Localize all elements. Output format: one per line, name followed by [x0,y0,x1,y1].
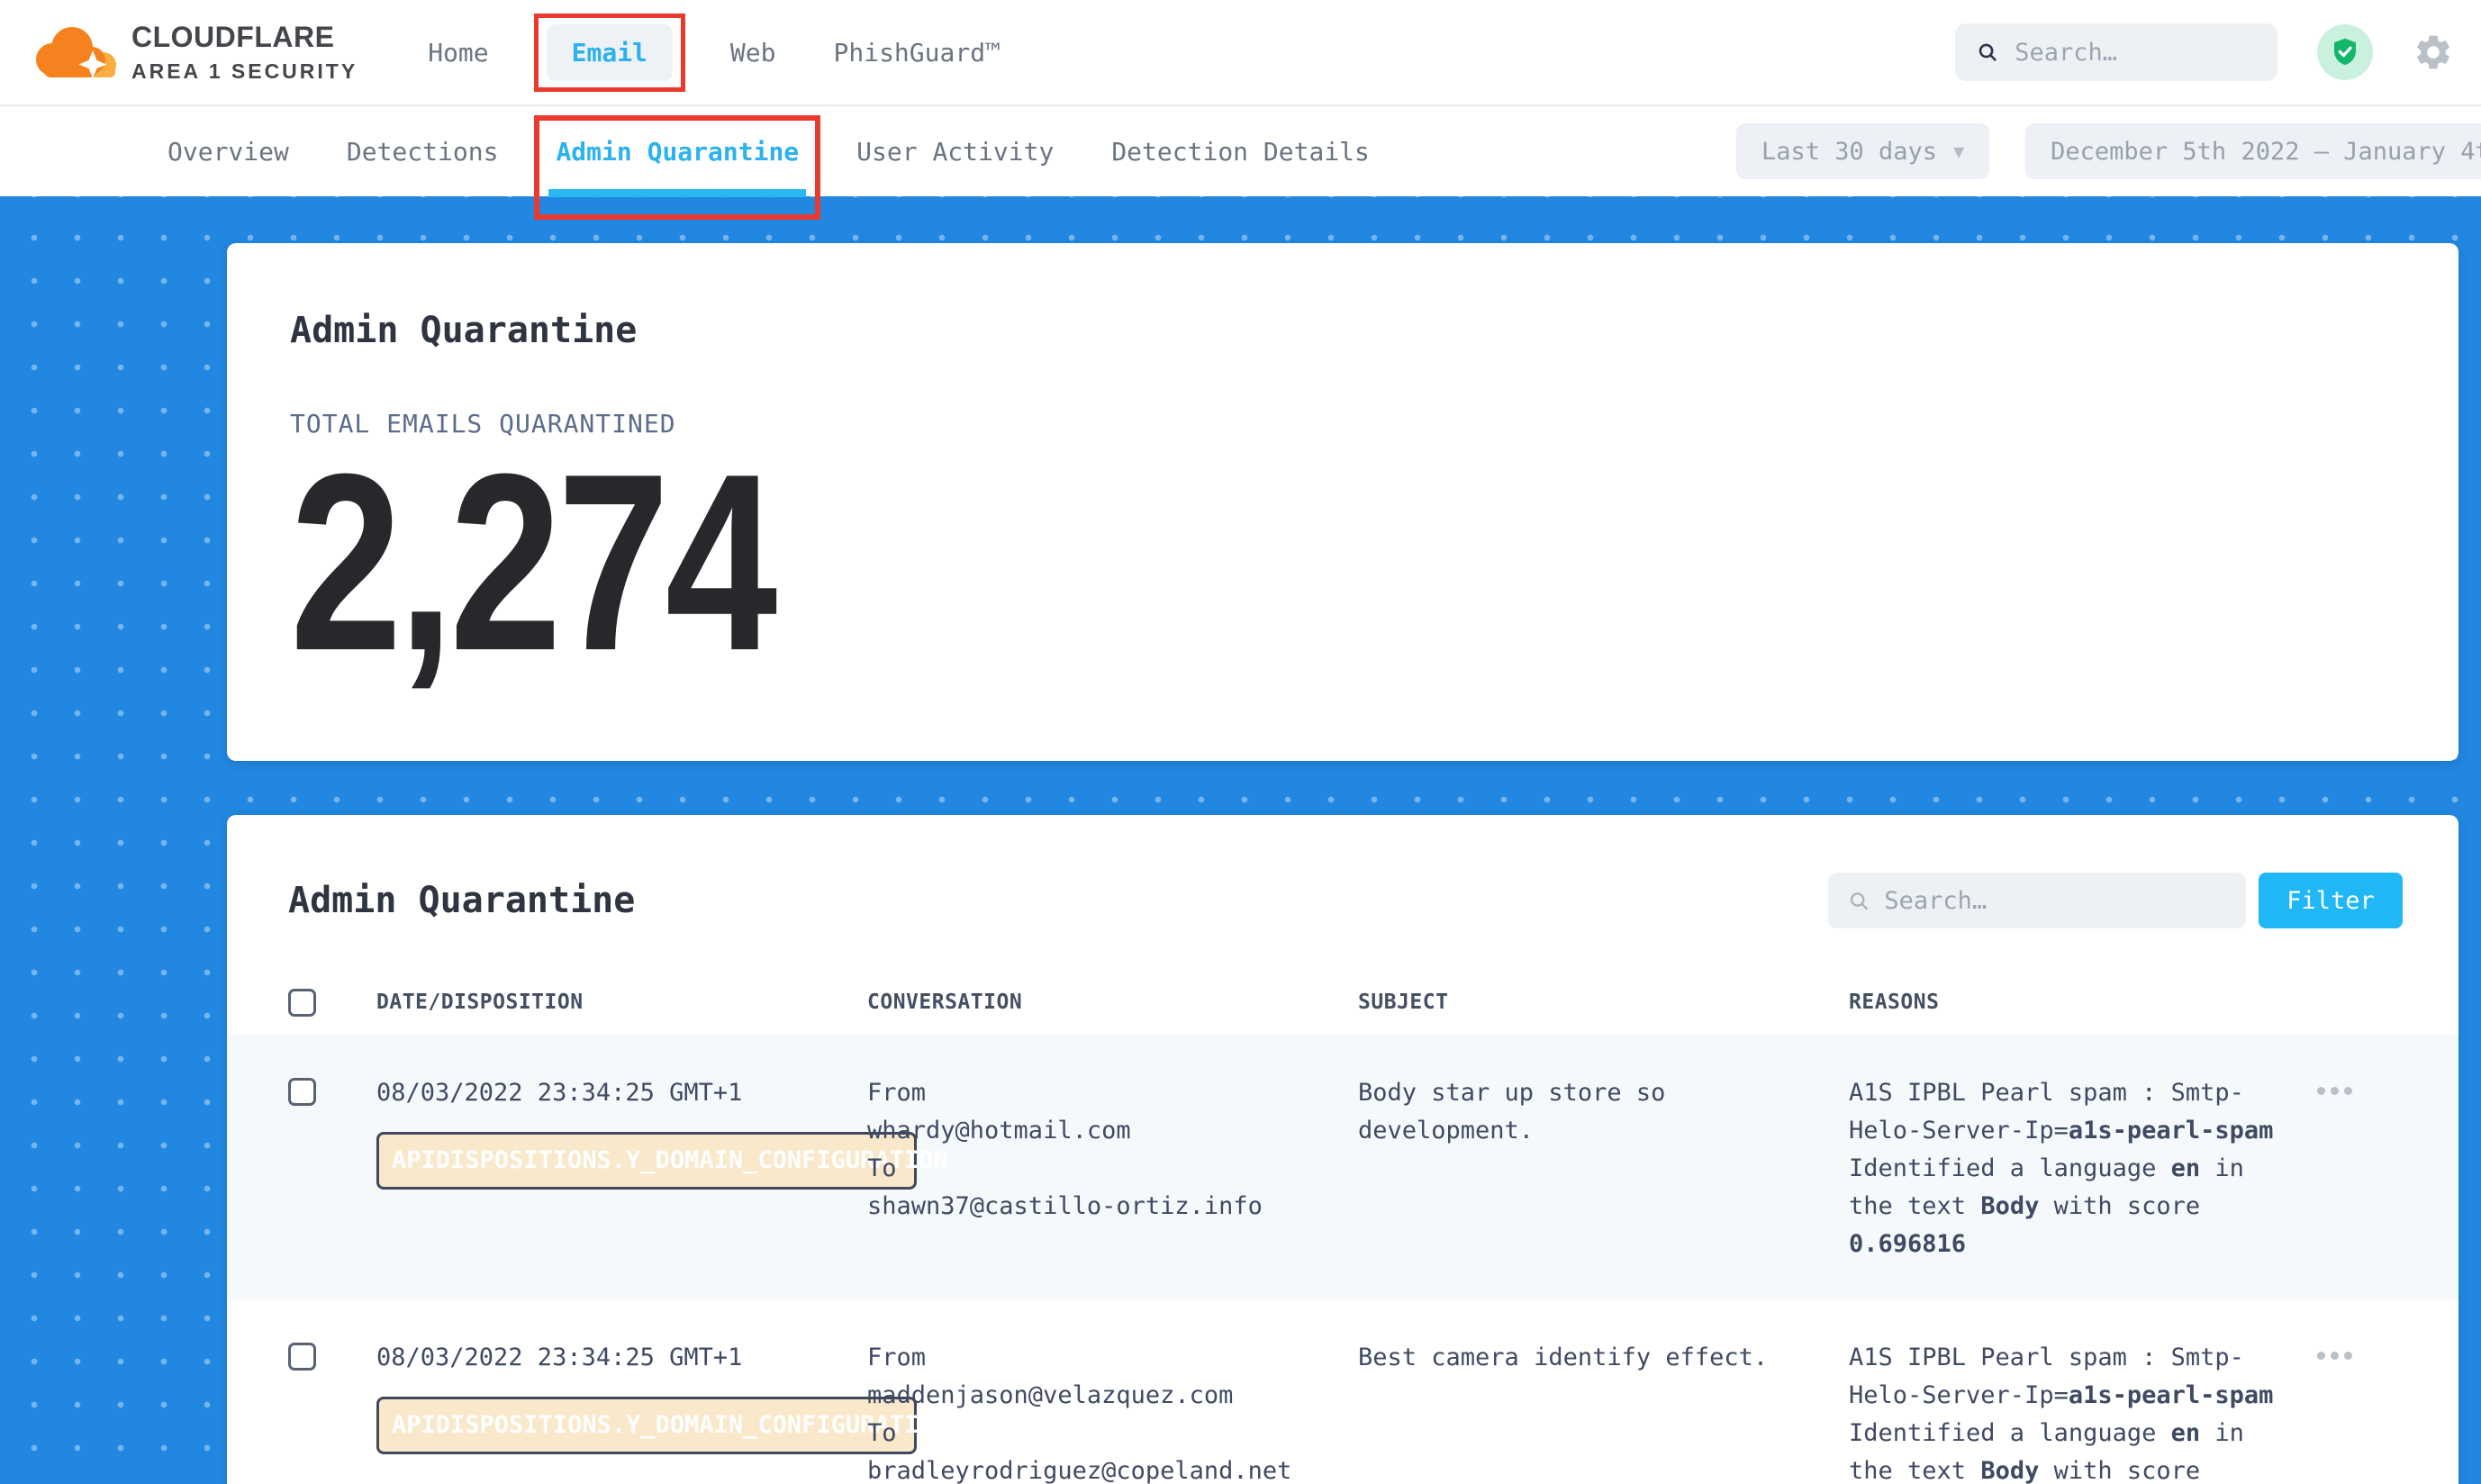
cell-conversation: Fromwhardy@hotmail.comToshawn37@castillo… [867,1074,1358,1226]
table-row: 08/03/2022 23:34:25 GMT+1 APIDISPOSITIONS… [227,1035,2458,1299]
quarantine-table-card: Admin Quarantine Filter DATE/DISPOSITION… [227,815,2458,1484]
to-label: To [867,1415,1358,1452]
row-actions-ellipsis-icon[interactable] [2317,1352,2422,1360]
cell-date-disposition: 08/03/2022 23:34:25 GMT+1APIDISPOSITIONS… [376,1339,867,1454]
metric-value: 2,274 [290,460,1974,667]
filter-button[interactable]: Filter [2259,873,2403,928]
column-header-conversation: CONVERSATION [867,991,1358,1014]
date-range-text: December 5th 2022 — January 4th 2023 [2051,138,2481,166]
range-dropdown-label: Last 30 days [1761,138,1937,166]
row-date: 08/03/2022 23:34:25 GMT+1 [376,1074,867,1112]
annotation-highlight-email [534,14,685,92]
tab-detections[interactable]: Detections [347,137,499,167]
cell-subject: Best camera identify effect. [1358,1339,1849,1377]
cloudflare-logo[interactable]: CLOUDFLARE AREA 1 SECURITY [27,18,358,86]
nav-item-web[interactable]: Web [730,38,776,68]
global-search[interactable] [1955,23,2277,81]
shield-check-icon [2329,36,2361,68]
email-subnav: Overview Detections Admin Quarantine User A… [0,106,2481,196]
nav-item-email[interactable]: Email [547,24,673,81]
security-status-badge[interactable] [2317,24,2373,80]
from-address: maddenjason@velazquez.com [867,1377,1358,1415]
cell-subject: Body star up store so development. [1358,1074,1849,1150]
date-controls: Last 30 days ▼ December 5th 2022 — Janua… [1736,123,2481,179]
row-checkbox[interactable] [288,1078,316,1106]
table-search[interactable] [1828,873,2246,928]
search-icon [1977,40,1998,65]
table-card-header: Admin Quarantine Filter [227,873,2458,928]
top-header: CLOUDFLARE AREA 1 SECURITY Home Email Web P… [0,0,2481,106]
table-row: 08/03/2022 23:34:25 GMT+1 APIDISPOSITIONS… [227,1299,2458,1484]
main-nav: Home Email Web PhishGuard™ [428,24,1001,81]
row-actions-ellipsis-icon[interactable] [2317,1087,2422,1095]
nav-item-phishguard[interactable]: PhishGuard™ [834,38,1001,68]
table-card-title: Admin Quarantine [288,880,635,921]
cell-reasons: A1S IPBL Pearl spam : Smtp-Helo-Server-I… [1849,1074,2317,1263]
cloudflare-cloud-icon [27,18,117,86]
table-body: 08/03/2022 23:34:25 GMT+1 APIDISPOSITIONS… [227,1035,2458,1484]
row-date: 08/03/2022 23:34:25 GMT+1 [376,1339,867,1377]
to-address: bradleyrodriguez@copeland.net [867,1452,1358,1484]
chevron-down-icon: ▼ [1953,140,1964,162]
to-label: To [867,1150,1358,1188]
cell-reasons: A1S IPBL Pearl spam : Smtp-Helo-Server-I… [1849,1339,2317,1484]
to-address: shawn37@castillo-ortiz.info [867,1188,1358,1226]
active-tab-underline [548,189,806,197]
settings-gear-button[interactable] [2413,32,2454,73]
table-search-input[interactable] [1884,887,2226,915]
from-label: From [867,1074,1358,1112]
from-address: whardy@hotmail.com [867,1112,1358,1150]
table-controls: Filter [1828,873,2403,928]
range-dropdown[interactable]: Last 30 days ▼ [1736,123,1989,179]
disposition-chip: APIDISPOSITIONS.Y_DOMAIN_CONFIGURATION [376,1132,917,1190]
tab-user-activity[interactable]: User Activity [856,137,1054,167]
column-header-subject: SUBJECT [1358,991,1849,1014]
tab-admin-quarantine[interactable]: Admin Quarantine [556,137,799,167]
page: CLOUDFLARE AREA 1 SECURITY Home Email Web P… [0,0,2481,1484]
date-range-display[interactable]: December 5th 2022 — January 4th 2023 [2025,123,2481,179]
cell-conversation: Frommaddenjason@velazquez.comTobradleyro… [867,1339,1358,1484]
global-search-input[interactable] [2015,39,2256,67]
logo-line1: CLOUDFLARE [131,21,358,54]
table-header-row: DATE/DISPOSITIONCONVERSATIONSUBJECTREASO… [227,970,2458,1035]
nav-item-home[interactable]: Home [428,38,488,68]
column-header-date-disposition: DATE/DISPOSITION [376,991,867,1014]
row-checkbox[interactable] [288,1343,316,1371]
select-all-checkbox[interactable] [288,989,316,1017]
logo-text: CLOUDFLARE AREA 1 SECURITY [131,21,358,84]
header-right-cluster [1955,23,2454,81]
cell-date-disposition: 08/03/2022 23:34:25 GMT+1APIDISPOSITIONS… [376,1074,867,1190]
column-header-reasons: REASONS [1849,991,2317,1014]
tab-overview[interactable]: Overview [168,137,289,167]
from-label: From [867,1339,1358,1377]
disposition-chip: APIDISPOSITIONS.Y_DOMAIN_CONFIGURATION [376,1397,917,1454]
summary-card: Admin Quarantine TOTAL EMAILS QUARANTINE… [227,243,2458,761]
search-icon [1848,889,1870,913]
quarantine-table: DATE/DISPOSITIONCONVERSATIONSUBJECTREASO… [227,970,2458,1484]
gear-icon [2413,32,2454,73]
tab-detection-details[interactable]: Detection Details [1111,137,1370,167]
main-content: Admin Quarantine TOTAL EMAILS QUARANTINE… [0,196,2481,1484]
summary-card-title: Admin Quarantine [290,310,2395,351]
logo-line2: AREA 1 SECURITY [131,59,358,84]
